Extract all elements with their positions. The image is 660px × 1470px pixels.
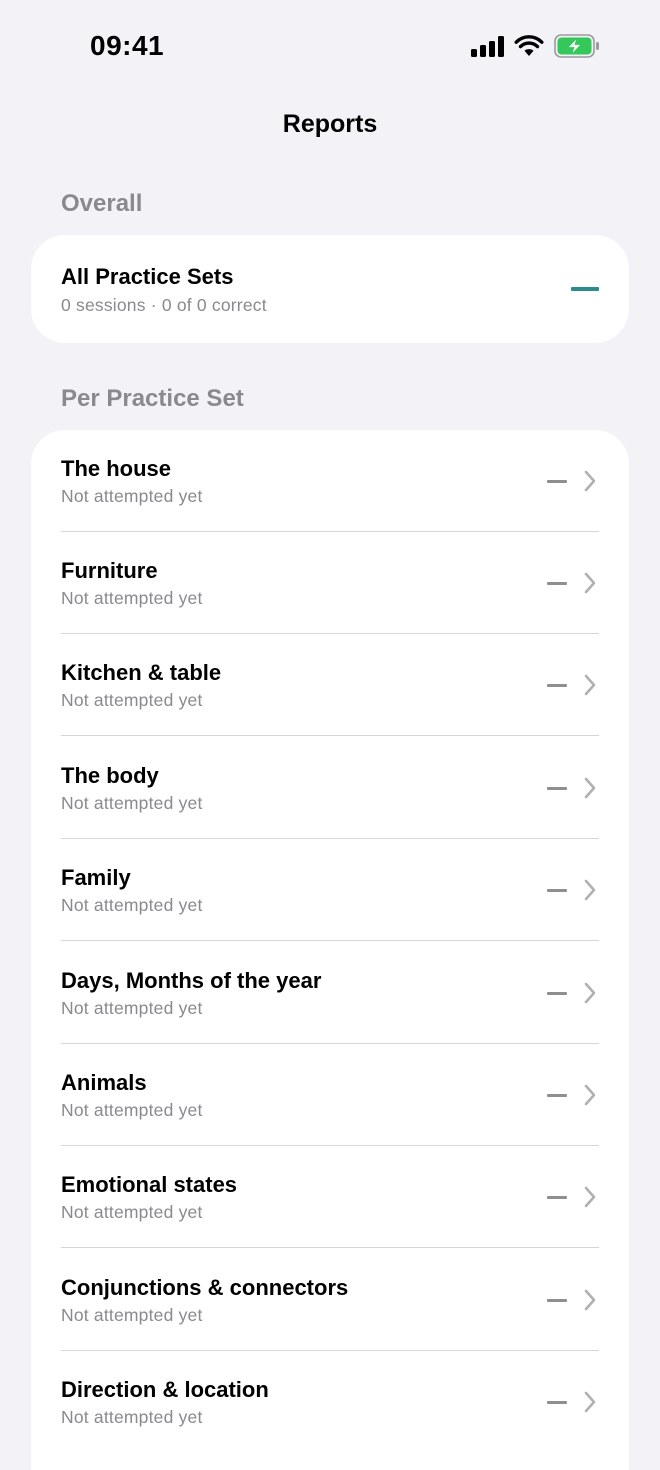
overall-subtitle: 0 sessions · 0 of 0 correct: [61, 295, 267, 315]
practice-set-list: The house Not attempted yet Furniture No…: [31, 430, 629, 1470]
list-item-subtitle: Not attempted yet: [61, 588, 203, 608]
list-item[interactable]: The body Not attempted yet: [31, 737, 629, 839]
score-dash: [547, 787, 567, 790]
list-item[interactable]: Kitchen & table Not attempted yet: [31, 634, 629, 736]
list-item-title: Days, Months of the year: [61, 968, 322, 993]
divider: [61, 1247, 599, 1248]
list-item[interactable]: Conjunctions & connectors Not attempted …: [31, 1249, 629, 1351]
chevron-right-icon: [584, 1391, 596, 1413]
score-dash: [547, 1299, 567, 1302]
status-time: 09:41: [90, 30, 165, 61]
list-item-subtitle: Not attempted yet: [61, 793, 203, 813]
chevron-right-icon: [584, 572, 596, 594]
list-item-subtitle: Not attempted yet: [61, 1100, 203, 1120]
score-dash: [547, 684, 567, 687]
section-header-per-set: Per Practice Set: [61, 385, 244, 412]
section-header-overall: Overall: [61, 190, 143, 217]
list-item[interactable]: Days, Months of the year Not attempted y…: [31, 942, 629, 1044]
score-dash: [547, 582, 567, 585]
list-item[interactable]: Furniture Not attempted yet: [31, 532, 629, 634]
overall-title: All Practice Sets: [61, 264, 234, 289]
score-dash: [547, 1094, 567, 1097]
battery-charging-icon: [554, 34, 599, 58]
list-item-subtitle: Not attempted yet: [61, 690, 203, 710]
list-item-title: The house: [61, 456, 172, 481]
status-icons: [471, 34, 600, 58]
chevron-right-icon: [584, 470, 596, 492]
list-item[interactable]: Direction & location Not attempted yet: [31, 1351, 629, 1453]
list-item-subtitle: Not attempted yet: [61, 895, 203, 915]
chevron-right-icon: [584, 1289, 596, 1311]
list-item[interactable]: Family Not attempted yet: [31, 839, 629, 941]
chevron-right-icon: [584, 879, 596, 901]
overall-card[interactable]: All Practice Sets 0 sessions · 0 of 0 co…: [31, 235, 629, 343]
chevron-right-icon: [584, 1084, 596, 1106]
overall-score-dash: [571, 287, 599, 291]
list-item-title: Conjunctions & connectors: [61, 1275, 349, 1300]
status-bar: 09:41: [0, 0, 660, 96]
list-item[interactable]: Animals Not attempted yet: [31, 1044, 629, 1146]
list-item-title: Animals: [61, 1070, 147, 1095]
list-item-subtitle: Not attempted yet: [61, 1407, 203, 1427]
list-item-title: Family: [61, 865, 131, 890]
list-item-subtitle: Not attempted yet: [61, 486, 203, 506]
score-dash: [547, 992, 567, 995]
wifi-icon: [514, 35, 544, 56]
divider: [61, 940, 599, 941]
score-dash: [547, 480, 567, 483]
list-item[interactable]: Emotional states Not attempted yet: [31, 1146, 629, 1248]
cellular-signal-icon: [471, 35, 504, 57]
list-item-title: Direction & location: [61, 1377, 269, 1402]
list-item-title: Furniture: [61, 558, 158, 583]
score-dash: [547, 889, 567, 892]
chevron-right-icon: [584, 674, 596, 696]
list-item-title: Emotional states: [61, 1172, 238, 1197]
score-dash: [547, 1196, 567, 1199]
list-item-subtitle: Not attempted yet: [61, 1305, 203, 1325]
list-item[interactable]: The house Not attempted yet: [31, 430, 629, 532]
chevron-right-icon: [584, 1186, 596, 1208]
divider: [61, 735, 599, 736]
chevron-right-icon: [584, 982, 596, 1004]
list-item-subtitle: Not attempted yet: [61, 998, 203, 1018]
list-item-title: Kitchen & table: [61, 660, 222, 685]
list-item-subtitle: Not attempted yet: [61, 1202, 203, 1222]
page-title: Reports: [282, 110, 378, 138]
chevron-right-icon: [584, 777, 596, 799]
score-dash: [547, 1401, 567, 1404]
list-item-title: The body: [61, 763, 159, 788]
